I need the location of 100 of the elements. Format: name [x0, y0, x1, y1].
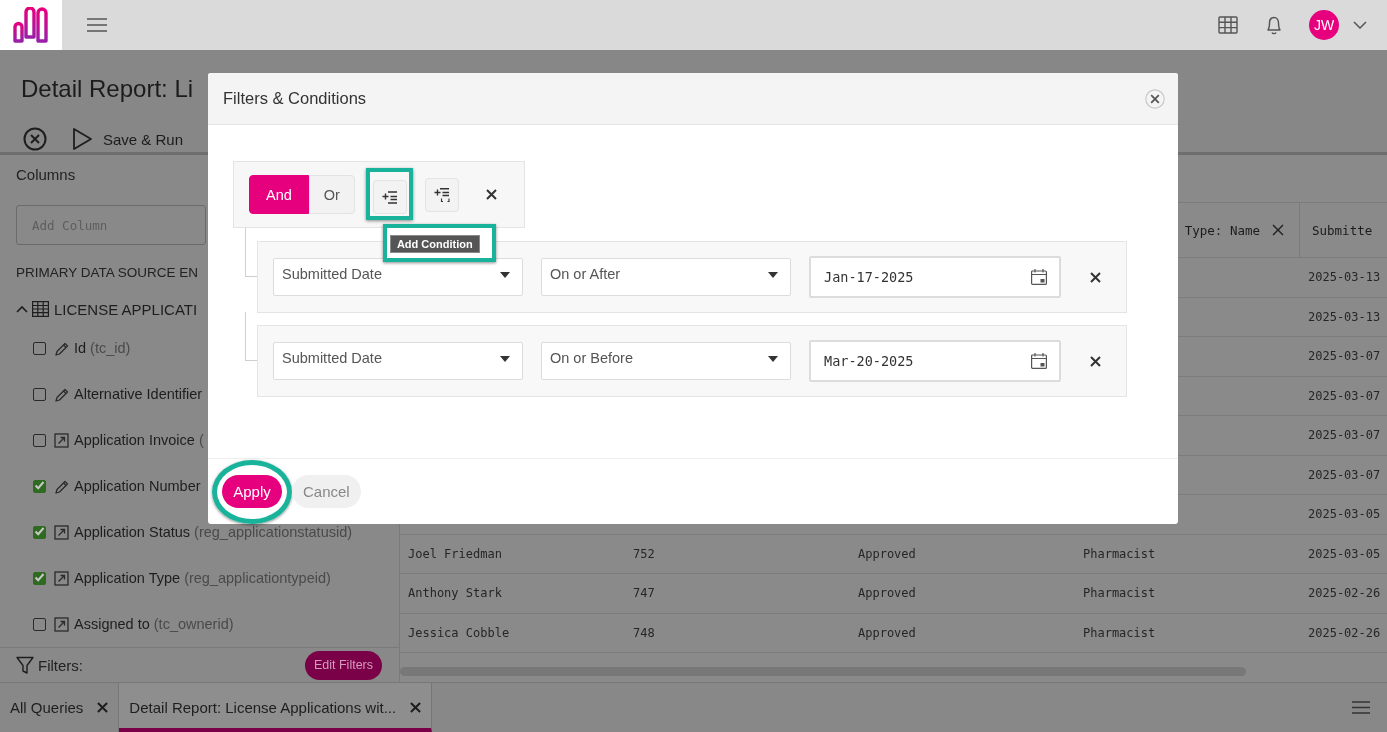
chevron-up-icon[interactable] — [16, 304, 28, 314]
close-icon[interactable] — [410, 702, 422, 713]
checkbox[interactable] — [33, 387, 46, 401]
column-key: (reg_applicationtypeid) — [184, 570, 331, 586]
apply-button[interactable]: Apply — [222, 475, 282, 508]
edit-filters-button[interactable]: Edit Filters — [304, 650, 382, 680]
section-label: PRIMARY DATA SOURCE EN — [16, 264, 199, 282]
column-key: ( — [198, 432, 204, 448]
circle-x-icon — [23, 127, 47, 151]
checkmark-icon — [32, 525, 46, 538]
menu-button[interactable] — [1352, 701, 1370, 714]
add-list-bracket-icon — [433, 187, 450, 202]
table-cell-text: 748 — [632, 625, 656, 640]
column-name: Id — [74, 340, 87, 356]
checkbox[interactable] — [33, 341, 46, 355]
close-icon — [486, 189, 498, 200]
close-icon — [1089, 271, 1101, 283]
logo-icon[interactable] — [13, 7, 49, 43]
panel-title: Columns — [16, 165, 76, 185]
table-cell-text: 752 — [632, 546, 656, 561]
table-cell-text: Anthony Stark — [407, 586, 503, 601]
close-icon — [1145, 88, 1165, 109]
entity-name[interactable]: LICENSE APPLICATI — [54, 300, 198, 318]
operator-toggle[interactable]: And — [249, 175, 309, 214]
cancel-button[interactable]: Cancel — [292, 475, 361, 508]
date-field[interactable]: Mar-20-2025 — [809, 340, 1061, 382]
caret-down-icon — [768, 356, 778, 362]
table-cell-text: 2025-03-07 — [1307, 349, 1382, 364]
table-cell-text: 2025-03-07 — [1307, 428, 1382, 443]
caret-down-icon — [500, 356, 510, 362]
column-name: Application Invoice — [74, 432, 195, 448]
calendar-icon[interactable] — [1031, 353, 1047, 369]
column-name: Assigned to — [74, 616, 150, 632]
checkmark-icon — [32, 479, 46, 492]
column-name: Application Status — [74, 524, 191, 540]
operator-toggle[interactable]: Or — [308, 175, 355, 214]
checkbox[interactable] — [33, 525, 46, 539]
tooltip: Add Condition — [389, 235, 480, 253]
menu-button[interactable] — [87, 18, 107, 32]
table-cell-text: Pharmacist — [1082, 625, 1157, 640]
table-cell-text: Approved — [857, 625, 917, 640]
page-title: Detail Report: Li — [21, 74, 194, 104]
table-cell-text: Jessica Cobble — [407, 625, 511, 640]
field-select[interactable]: Submitted Date — [273, 258, 523, 296]
table-cell-text: 2025-03-13 — [1307, 309, 1382, 324]
pencil-icon — [54, 478, 69, 494]
pencil-icon — [54, 386, 69, 402]
close-button[interactable] — [23, 127, 47, 151]
dialog-title: Filters & Conditions — [223, 89, 367, 108]
table-cell-text: 2025-03-05 — [1307, 507, 1382, 522]
table-cell-text: 2025-02-26 — [1307, 586, 1382, 601]
table-cell-text: Approved — [857, 546, 917, 561]
column-key: (tc_id) — [90, 340, 131, 356]
menu-icon — [1352, 701, 1370, 714]
table-cell-text: Approved — [857, 586, 917, 601]
menu-icon — [87, 18, 107, 32]
table-cell-text: 2025-03-05 — [1307, 546, 1382, 561]
operator-select[interactable]: On or After — [541, 258, 791, 296]
add-condition-button[interactable] — [372, 180, 407, 214]
checkbox[interactable] — [33, 617, 46, 631]
column-name: Alternative Identifier — [74, 386, 203, 402]
close-icon[interactable] — [97, 702, 109, 713]
table-cell-text: Pharmacist — [1082, 546, 1157, 561]
funnel-icon — [16, 656, 34, 674]
chevron-down-icon[interactable] — [1353, 21, 1367, 29]
table-cell-text: Joel Friedman — [407, 546, 503, 561]
caret-down-icon — [768, 272, 778, 278]
play-icon — [72, 127, 93, 151]
column-name: Application Type — [74, 570, 181, 586]
add-list-icon — [381, 190, 398, 204]
table-cell-text: 2025-03-07 — [1307, 388, 1382, 403]
column-header[interactable]: Submitte — [1312, 222, 1373, 238]
date-field[interactable]: Jan-17-2025 — [809, 256, 1061, 298]
checkbox[interactable] — [33, 571, 46, 585]
column-key: (tc_ownerid) — [153, 616, 234, 632]
table-cell-text: Pharmacist — [1082, 586, 1157, 601]
checkbox[interactable] — [33, 433, 46, 447]
table-cell-text: 2025-03-07 — [1307, 467, 1382, 482]
query-tab[interactable]: Detail Report: License Applications wit... — [119, 683, 433, 732]
column-header[interactable]: Type: Name — [1184, 222, 1260, 238]
caret-down-icon — [500, 272, 510, 278]
calendar-icon[interactable] — [1031, 269, 1047, 285]
column-name: Application Number — [74, 478, 201, 494]
notifications-icon[interactable] — [1265, 15, 1283, 35]
table-icon — [32, 301, 49, 317]
grid-icon[interactable] — [1218, 16, 1238, 34]
filters-label: Filters: — [38, 656, 83, 674]
user-avatar[interactable]: JW — [1309, 10, 1339, 40]
table-cell-text: 2025-02-26 — [1307, 625, 1382, 640]
close-icon — [1089, 355, 1101, 367]
column-key: (reg_applicationstatusid) — [194, 524, 353, 540]
table-cell-text: 2025-03-13 — [1307, 270, 1382, 285]
add-group-button[interactable] — [424, 177, 459, 212]
pencil-icon — [54, 340, 69, 356]
table-cell-text: 747 — [632, 586, 656, 601]
save-run-button[interactable]: Save & Run — [72, 127, 184, 151]
field-select[interactable]: Submitted Date — [273, 342, 523, 380]
operator-select[interactable]: On or Before — [541, 342, 791, 380]
remove-column-icon[interactable] — [1272, 224, 1284, 236]
checkbox[interactable] — [33, 479, 46, 493]
